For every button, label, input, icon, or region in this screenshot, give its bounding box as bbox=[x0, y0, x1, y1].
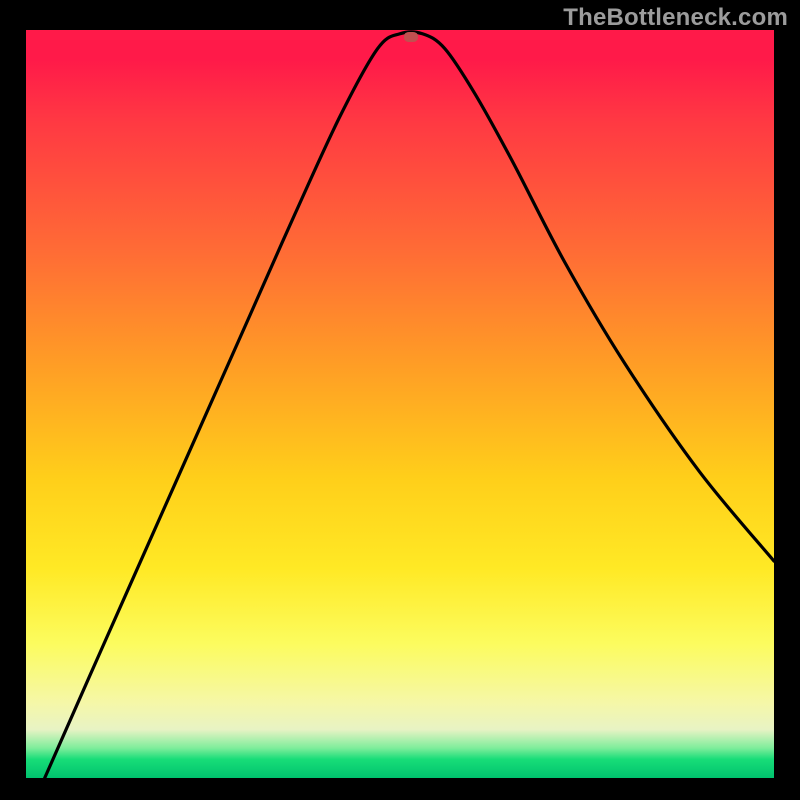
plot-area bbox=[26, 30, 774, 778]
curve-svg bbox=[26, 30, 774, 778]
watermark-label: TheBottleneck.com bbox=[563, 4, 788, 32]
bottleneck-curve bbox=[45, 32, 774, 778]
chart-frame: TheBottleneck.com bbox=[0, 0, 800, 800]
optimum-marker bbox=[404, 32, 418, 42]
